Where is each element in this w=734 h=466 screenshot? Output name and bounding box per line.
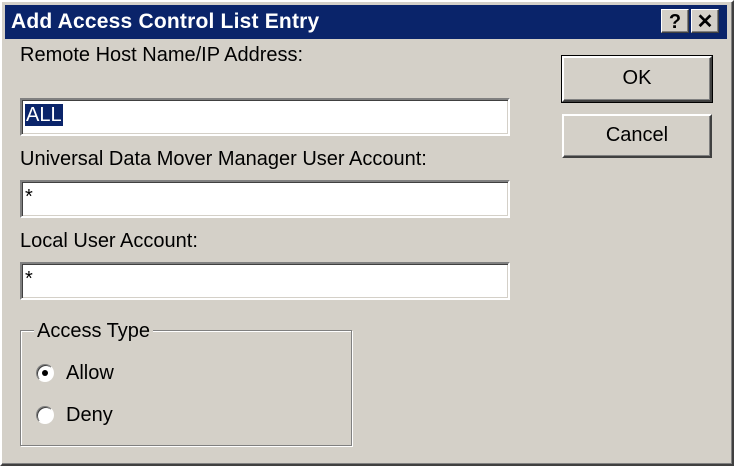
radio-allow-circle[interactable] bbox=[36, 364, 54, 382]
radio-allow-label[interactable]: Allow bbox=[66, 362, 114, 385]
udm-user-label: Universal Data Mover Manager User Accoun… bbox=[20, 148, 427, 170]
ok-button[interactable]: OK bbox=[561, 55, 713, 103]
title-bar[interactable]: Add Access Control List Entry ? ✕ bbox=[5, 5, 727, 39]
udm-user-input[interactable]: * bbox=[20, 180, 510, 218]
udm-user-value: * bbox=[25, 186, 33, 208]
dialog-title: Add Access Control List Entry bbox=[11, 10, 320, 33]
radio-selected-dot bbox=[42, 370, 48, 376]
radio-deny-circle[interactable] bbox=[36, 406, 54, 424]
local-user-label: Local User Account: bbox=[20, 230, 198, 252]
dialog-window: Add Access Control List Entry ? ✕ Remote… bbox=[0, 0, 734, 466]
remote-host-label: Remote Host Name/IP Address: bbox=[20, 44, 304, 66]
remote-host-value: ALL bbox=[25, 104, 63, 126]
radio-deny-label[interactable]: Deny bbox=[66, 404, 113, 427]
cancel-button[interactable]: Cancel bbox=[562, 114, 712, 158]
access-type-group bbox=[20, 330, 352, 446]
close-button[interactable]: ✕ bbox=[691, 9, 719, 33]
access-type-label: Access Type bbox=[34, 320, 154, 343]
local-user-input[interactable]: * bbox=[20, 262, 510, 300]
help-button[interactable]: ? bbox=[661, 9, 689, 33]
remote-host-input[interactable]: ALL bbox=[20, 98, 510, 136]
local-user-value: * bbox=[25, 268, 33, 290]
